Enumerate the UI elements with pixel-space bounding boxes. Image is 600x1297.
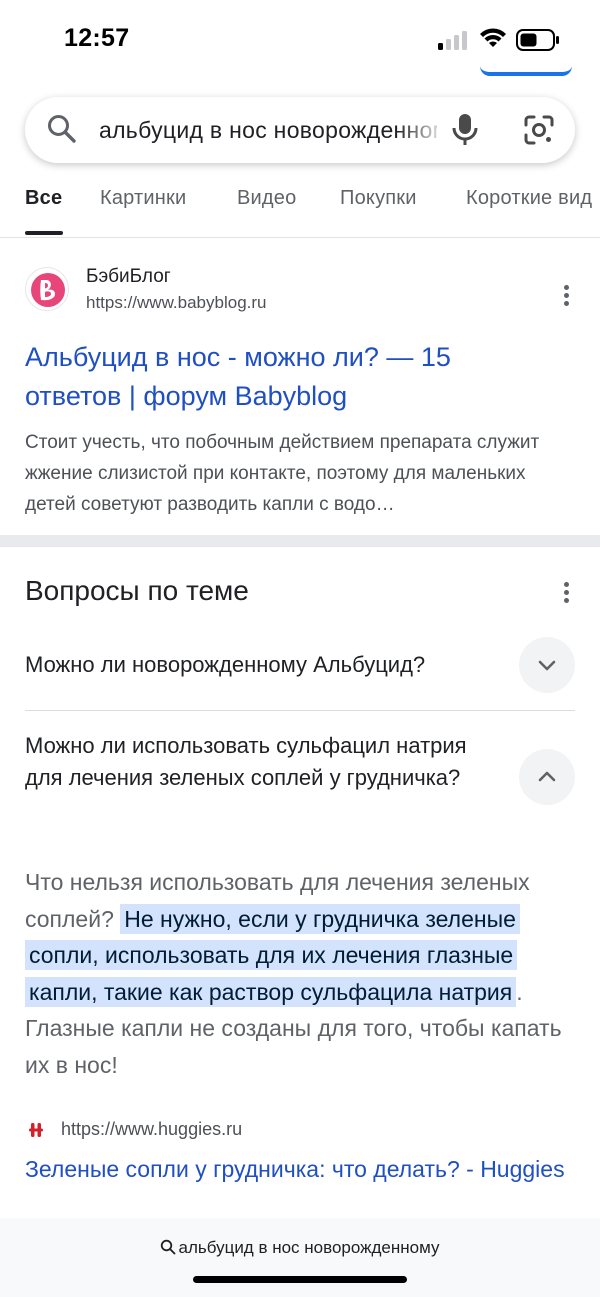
result-title-link[interactable]: Альбуцид в нос - можно ли? — 15 ответов … <box>25 338 545 416</box>
bottom-address-bar[interactable]: альбуцид в нос новорожденному <box>0 1218 600 1297</box>
answer-text: Что нельзя использовать для лечения зеле… <box>25 864 580 1083</box>
huggies-favicon-icon <box>27 1121 45 1139</box>
source-title-link[interactable]: Зеленые сопли у грудничка: что делать? -… <box>25 1150 565 1189</box>
tab-shopping[interactable]: Покупки <box>340 187 417 210</box>
bottom-query[interactable]: альбуцид в нос новорожденному <box>0 1238 600 1260</box>
search-icon <box>160 1239 176 1260</box>
result-snippet: Стоит учесть, что побочным действием пре… <box>25 432 540 515</box>
search-icon[interactable] <box>45 112 79 146</box>
result-site-name[interactable]: БэбиБлог <box>86 266 171 288</box>
active-tab-indicator <box>25 231 63 235</box>
home-indicator[interactable] <box>193 1276 407 1283</box>
google-lens-icon[interactable] <box>523 114 555 146</box>
tab-images[interactable]: Картинки <box>100 187 186 210</box>
search-box[interactable] <box>25 97 575 163</box>
question-item-expanded[interactable]: Можно ли использовать сульфацил натрия д… <box>25 712 575 842</box>
battery-icon <box>516 29 560 51</box>
tab-short-videos[interactable]: Короткие вид <box>466 187 592 210</box>
related-questions-heading: Вопросы по теме <box>25 575 249 606</box>
expand-button[interactable] <box>519 637 575 693</box>
tab-all[interactable]: Все <box>25 187 62 210</box>
search-input[interactable] <box>99 97 437 163</box>
chevron-down-icon <box>538 660 556 671</box>
chevron-up-icon <box>538 771 556 782</box>
search-result: БэбиБлог https://www.babyblog.ru Альбуци… <box>0 239 600 535</box>
result-url[interactable]: https://www.babyblog.ru <box>86 293 266 313</box>
source-url[interactable]: https://www.huggies.ru <box>61 1119 242 1140</box>
tab-videos[interactable]: Видео <box>237 187 296 210</box>
result-more-options-icon[interactable] <box>556 283 576 313</box>
status-time: 12:57 <box>64 24 130 52</box>
bottom-query-text: альбуцид в нос новорожденному <box>178 1238 440 1257</box>
search-tabs: Все Картинки Видео Покупки Короткие вид <box>0 178 600 238</box>
question-text[interactable]: Можно ли новорожденному Альбуцид? <box>25 649 425 681</box>
collapse-button[interactable] <box>519 749 575 805</box>
wifi-icon <box>478 26 508 50</box>
question-text[interactable]: Можно ли использовать сульфацил натрия д… <box>25 730 495 794</box>
scroll-accent <box>480 66 572 76</box>
questions-more-options-icon[interactable] <box>556 580 576 610</box>
question-item[interactable]: Можно ли новорожденному Альбуцид? <box>25 637 575 711</box>
section-divider <box>0 535 600 547</box>
microphone-icon[interactable] <box>450 111 480 149</box>
cellular-signal-icon <box>438 30 470 50</box>
babyblog-favicon-icon <box>25 267 69 311</box>
